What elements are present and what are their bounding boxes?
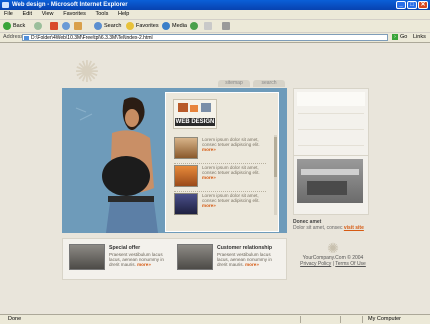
news-scroll-thumb[interactable] [274, 137, 277, 177]
sun-logo-icon: ✺ [74, 56, 100, 89]
address-bar: Address D:\Folder\4Web\10.3M\Free\tpl\6.… [0, 33, 430, 43]
menu-view[interactable]: View [38, 10, 58, 19]
news-more-link[interactable]: more» [202, 175, 268, 180]
close-button[interactable]: ✕ [418, 1, 428, 9]
promo-desc: Dolor sit amet, consec [293, 225, 343, 231]
promo-box [293, 155, 369, 215]
terms-link[interactable]: Terms Of Use [335, 261, 366, 267]
menu-tools[interactable]: Tools [92, 10, 113, 19]
feature-image [177, 244, 213, 270]
refresh-button[interactable] [62, 21, 70, 31]
search-icon [94, 22, 102, 30]
favorites-button[interactable]: Favorites [126, 21, 159, 31]
privacy-link[interactable]: Privacy Policy [300, 261, 331, 267]
news-item: Lorem ipsum dolor sit amet, consec tetue… [174, 165, 269, 192]
address-label: Address [3, 34, 24, 40]
monitor-icon [190, 105, 198, 112]
news-more-link[interactable]: more» [202, 203, 268, 208]
news-thumbnail [174, 193, 198, 215]
maximize-button[interactable]: □ [407, 1, 417, 9]
menu-favorites[interactable]: Favorites [59, 10, 90, 19]
news-text: Lorem ipsum dolor sit amet, consec tetue… [202, 193, 260, 203]
printer-icon [222, 22, 230, 30]
nav-search[interactable]: search [253, 80, 285, 87]
monitor-icon [201, 103, 211, 112]
news-panel: WEB DESIGN Lorem ipsum dolor sit amet, c… [165, 92, 279, 232]
menu-file[interactable]: File [0, 10, 17, 19]
forward-button[interactable] [34, 21, 42, 31]
page-viewport: ✺ sitemap search WEB DESIGN Lorem ipsum … [0, 43, 430, 314]
promo-image [297, 159, 363, 203]
footer-sun-icon: ✺ [327, 240, 339, 256]
feature-image [69, 244, 105, 270]
refresh-icon [62, 22, 70, 30]
page-icon [24, 36, 29, 40]
hero-photo [62, 88, 162, 233]
news-item: Lorem ipsum dolor sit amet, consec tetue… [174, 193, 269, 217]
go-arrow-icon: › [392, 34, 398, 40]
print-button[interactable] [222, 21, 230, 31]
forward-arrow-icon [34, 22, 42, 30]
top-nav: sitemap search [218, 80, 285, 87]
feature-more-link[interactable]: more» [245, 262, 259, 267]
home-icon [74, 22, 82, 30]
minimize-button[interactable]: _ [396, 1, 406, 9]
web-page: ✺ sitemap search WEB DESIGN Lorem ipsum … [0, 43, 430, 314]
news-more-link[interactable]: more» [202, 147, 268, 152]
mail-icon [204, 22, 212, 30]
footer: ✺ YourCompany.Com © 2004 Privacy Policy … [300, 240, 366, 267]
title-bar: Web design - Microsoft Internet Explorer… [0, 0, 430, 10]
feature-title: Customer relationship [217, 245, 273, 251]
web-design-logo: WEB DESIGN [173, 99, 217, 129]
stop-icon [50, 22, 58, 30]
home-button[interactable] [74, 21, 82, 31]
feature-title: Special offer [109, 245, 141, 251]
media-icon [162, 22, 170, 30]
feature-special-offer: Special offer Praesent vestibulum lacus … [67, 244, 175, 274]
stop-button[interactable] [50, 21, 58, 31]
news-thumbnail [174, 137, 198, 159]
toolbar: Back Search Favorites Media [0, 20, 430, 33]
media-button[interactable]: Media [162, 21, 187, 31]
news-thumbnail [174, 165, 198, 187]
bottom-features: Special offer Praesent vestibulum lacus … [62, 238, 287, 280]
promo-link[interactable]: visit site [344, 225, 364, 231]
history-icon [190, 22, 198, 30]
back-arrow-icon [3, 22, 11, 30]
search-button[interactable]: Search [94, 21, 121, 31]
nav-sitemap[interactable]: sitemap [218, 80, 250, 87]
monitor-icon [178, 103, 188, 112]
news-scrollbar[interactable] [274, 135, 277, 215]
menu-edit[interactable]: Edit [19, 10, 36, 19]
address-input[interactable]: D:\Folder\4Web\10.3M\Free\tpl\6.3.3M\Tel… [22, 34, 388, 41]
promo-text: Donec amet Dolor sit amet, consec visit … [293, 219, 373, 231]
menu-bar: File Edit View Favorites Tools Help [0, 10, 430, 20]
news-text: Lorem ipsum dolor sit amet, consec tetue… [202, 137, 260, 147]
browser-window: Web design - Microsoft Internet Explorer… [0, 0, 430, 324]
menu-help[interactable]: Help [114, 10, 133, 19]
ie-icon [2, 2, 9, 8]
history-button[interactable] [190, 21, 198, 31]
mail-button[interactable] [204, 21, 212, 31]
links-toolbar[interactable]: Links [413, 34, 426, 41]
window-title: Web design - Microsoft Internet Explorer [12, 2, 128, 8]
news-item: Lorem ipsum dolor sit amet, consec tetue… [174, 137, 269, 164]
back-button[interactable]: Back [3, 21, 25, 31]
main-feature-panel: WEB DESIGN Lorem ipsum dolor sit amet, c… [62, 88, 287, 233]
sidebar-header [297, 92, 365, 106]
star-icon [126, 22, 134, 30]
feature-more-link[interactable]: more» [137, 262, 151, 267]
news-text: Lorem ipsum dolor sit amet, consec tetue… [202, 165, 260, 175]
feature-customer-relationship: Customer relationship Praesent vestibulu… [175, 244, 283, 274]
go-button[interactable]: › Go [392, 34, 407, 41]
